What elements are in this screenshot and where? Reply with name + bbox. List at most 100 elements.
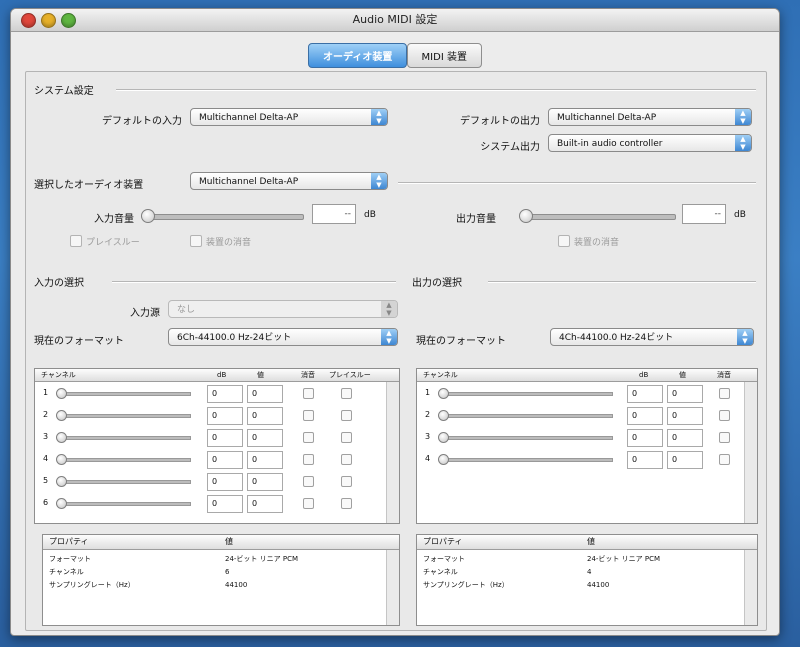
column-header-db[interactable]: dB xyxy=(639,369,648,381)
input-db-field[interactable]: -- xyxy=(312,204,356,224)
channel-db-field[interactable]: 0 xyxy=(207,429,243,447)
slider-knob[interactable] xyxy=(56,498,67,509)
input-mute-label: 装置の消音 xyxy=(206,238,252,248)
channel-mute-checkbox[interactable] xyxy=(719,388,730,399)
column-header-mute[interactable]: 消音 xyxy=(717,369,731,381)
output-volume-slider[interactable] xyxy=(519,209,676,223)
output-mute-checkbox[interactable]: 装置の消音 xyxy=(558,235,619,248)
slider-knob[interactable] xyxy=(438,388,449,399)
slider-knob[interactable] xyxy=(438,454,449,465)
default-output-popup[interactable]: Multichannel Delta-AP ▲ ▼ xyxy=(548,108,752,126)
slider-knob[interactable] xyxy=(438,432,449,443)
output-properties-table[interactable]: プロパティ 値 フォーマット 24-ビット リニア PCM チャンネル 4 サン… xyxy=(416,534,758,626)
channel-db-field[interactable]: 0 xyxy=(207,407,243,425)
output-format-popup[interactable]: 4Ch-44100.0 Hz-24ビット ▲ ▼ xyxy=(550,328,754,346)
input-volume-slider[interactable] xyxy=(141,209,304,223)
column-header-mute[interactable]: 消音 xyxy=(301,369,315,381)
channel-value-field[interactable]: 0 xyxy=(247,473,283,491)
channel-play-through-checkbox[interactable] xyxy=(341,498,352,509)
input-format-popup[interactable]: 6Ch-44100.0 Hz-24ビット ▲ ▼ xyxy=(168,328,398,346)
channel-value-field[interactable]: 0 xyxy=(247,495,283,513)
channel-db-field[interactable]: 0 xyxy=(207,473,243,491)
output-channels-table[interactable]: チャンネル dB 値 消音 1 0 0 2 0 0 3 0 0 4 0 0 xyxy=(416,368,758,524)
column-header-play-through[interactable]: プレイスルー xyxy=(329,369,371,381)
default-input-popup[interactable]: Multichannel Delta-AP ▲ ▼ xyxy=(190,108,388,126)
column-header-db[interactable]: dB xyxy=(217,369,226,381)
channel-value-field[interactable]: 0 xyxy=(247,407,283,425)
column-header-value[interactable]: 値 xyxy=(679,369,686,381)
input-mute-checkbox[interactable]: 装置の消音 xyxy=(190,235,251,248)
column-header-property[interactable]: プロパティ xyxy=(423,535,463,549)
channel-volume-slider[interactable] xyxy=(438,432,613,443)
column-header-value[interactable]: 値 xyxy=(225,535,233,549)
slider-knob[interactable] xyxy=(438,410,449,421)
column-header-value[interactable]: 値 xyxy=(257,369,264,381)
channel-volume-slider[interactable] xyxy=(56,498,191,509)
input-source-popup[interactable]: なし ▲ ▼ xyxy=(168,300,398,318)
tab-midi-devices[interactable]: MIDI 装置 xyxy=(406,43,482,68)
column-header-channel[interactable]: チャンネル xyxy=(423,369,458,381)
input-channels-table[interactable]: チャンネル dB 値 消音 プレイスルー 1 0 0 2 0 0 3 0 0 4… xyxy=(34,368,400,524)
channel-value-field[interactable]: 0 xyxy=(667,407,703,425)
channel-volume-slider[interactable] xyxy=(438,410,613,421)
title-bar[interactable]: Audio MIDI 設定 xyxy=(11,9,779,32)
channel-value-field[interactable]: 0 xyxy=(247,385,283,403)
channel-db-field[interactable]: 0 xyxy=(627,407,663,425)
channel-mute-checkbox[interactable] xyxy=(303,454,314,465)
system-output-popup[interactable]: Built-in audio controller ▲ ▼ xyxy=(548,134,752,152)
channel-db-field[interactable]: 0 xyxy=(207,451,243,469)
vertical-scrollbar[interactable] xyxy=(386,550,399,625)
channel-db-field[interactable]: 0 xyxy=(627,451,663,469)
channel-db-field[interactable]: 0 xyxy=(207,495,243,513)
channel-play-through-checkbox[interactable] xyxy=(341,388,352,399)
channel-volume-slider[interactable] xyxy=(438,454,613,465)
slider-knob[interactable] xyxy=(56,410,67,421)
channel-value-field[interactable]: 0 xyxy=(667,429,703,447)
column-header-channel[interactable]: チャンネル xyxy=(41,369,76,381)
column-header-value[interactable]: 値 xyxy=(587,535,595,549)
channel-mute-checkbox[interactable] xyxy=(719,410,730,421)
close-window-button[interactable] xyxy=(21,13,36,28)
channel-value-field[interactable]: 0 xyxy=(247,451,283,469)
channel-db-field[interactable]: 0 xyxy=(627,429,663,447)
slider-knob[interactable] xyxy=(56,388,67,399)
channel-play-through-checkbox[interactable] xyxy=(341,432,352,443)
channel-mute-checkbox[interactable] xyxy=(303,476,314,487)
channel-volume-slider[interactable] xyxy=(56,454,191,465)
zoom-window-button[interactable] xyxy=(61,13,76,28)
channel-value-field[interactable]: 0 xyxy=(667,385,703,403)
play-through-checkbox[interactable]: プレイスルー xyxy=(70,235,140,248)
slider-knob[interactable] xyxy=(56,454,67,465)
vertical-scrollbar[interactable] xyxy=(744,382,757,523)
channel-value-field[interactable]: 0 xyxy=(667,451,703,469)
channel-play-through-checkbox[interactable] xyxy=(341,454,352,465)
channel-mute-checkbox[interactable] xyxy=(719,454,730,465)
channel-play-through-checkbox[interactable] xyxy=(341,410,352,421)
slider-knob[interactable] xyxy=(56,432,67,443)
channel-mute-checkbox[interactable] xyxy=(303,432,314,443)
channel-volume-slider[interactable] xyxy=(56,476,191,487)
channel-play-through-checkbox[interactable] xyxy=(341,476,352,487)
channel-db-field[interactable]: 0 xyxy=(207,385,243,403)
channel-volume-slider[interactable] xyxy=(56,432,191,443)
channel-db-field[interactable]: 0 xyxy=(627,385,663,403)
tab-audio-devices[interactable]: オーディオ装置 xyxy=(308,43,408,68)
channel-mute-checkbox[interactable] xyxy=(719,432,730,443)
channel-volume-slider[interactable] xyxy=(438,388,613,399)
channel-value-field[interactable]: 0 xyxy=(247,429,283,447)
input-properties-table[interactable]: プロパティ 値 フォーマット 24-ビット リニア PCM チャンネル 6 サン… xyxy=(42,534,400,626)
slider-knob[interactable] xyxy=(141,209,155,223)
column-header-property[interactable]: プロパティ xyxy=(49,535,89,549)
minimize-window-button[interactable] xyxy=(41,13,56,28)
channel-mute-checkbox[interactable] xyxy=(303,388,314,399)
slider-knob[interactable] xyxy=(56,476,67,487)
vertical-scrollbar[interactable] xyxy=(386,382,399,523)
channel-mute-checkbox[interactable] xyxy=(303,410,314,421)
vertical-scrollbar[interactable] xyxy=(744,550,757,625)
channel-volume-slider[interactable] xyxy=(56,388,191,399)
channel-mute-checkbox[interactable] xyxy=(303,498,314,509)
slider-knob[interactable] xyxy=(519,209,533,223)
channel-volume-slider[interactable] xyxy=(56,410,191,421)
selected-device-popup[interactable]: Multichannel Delta-AP ▲ ▼ xyxy=(190,172,388,190)
output-db-field[interactable]: -- xyxy=(682,204,726,224)
